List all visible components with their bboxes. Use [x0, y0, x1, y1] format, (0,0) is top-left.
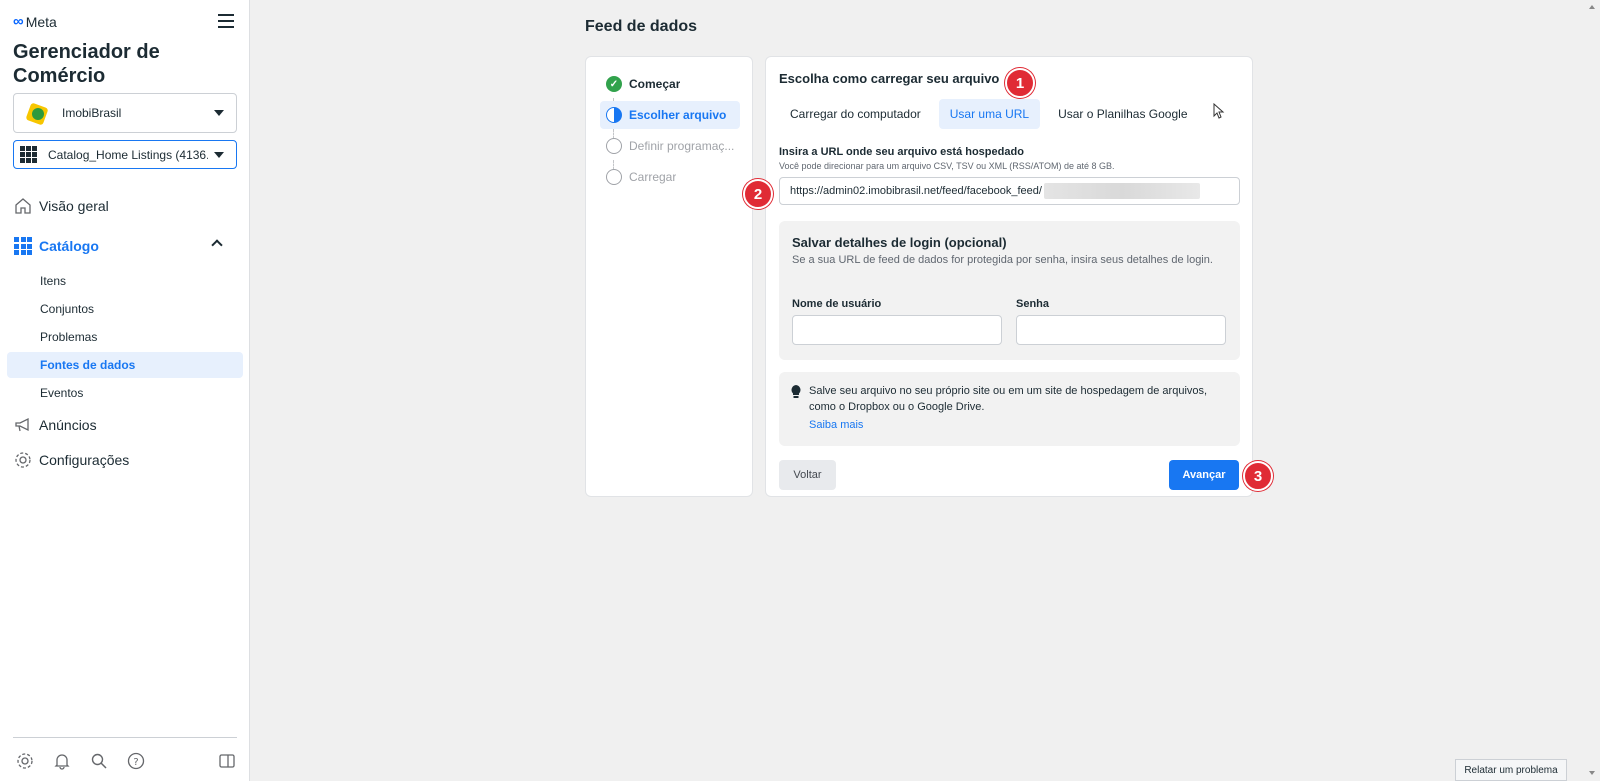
search-icon[interactable] [89, 752, 109, 772]
nav-catalog[interactable]: Catálogo [13, 232, 243, 260]
redacted-url-segment [1043, 183, 1200, 199]
url-help-text: Você pode direcionar para um arquivo CSV… [779, 161, 1115, 171]
url-input[interactable]: https://admin02.imobibrasil.net/feed/fac… [779, 177, 1240, 205]
report-problem-button[interactable]: Relatar um problema [1455, 759, 1567, 781]
empty-circle-icon [606, 169, 622, 185]
step-definir-programacao: Definir programaç... [600, 132, 740, 160]
gear-icon [13, 450, 33, 470]
caret-down-icon [214, 110, 224, 116]
step-label: Escolher arquivo [629, 108, 727, 122]
megaphone-icon [13, 415, 33, 435]
nav-settings-label: Configurações [39, 452, 130, 468]
nav-catalog-label: Catálogo [39, 238, 99, 254]
nav-overview[interactable]: Visão geral [13, 192, 243, 220]
form-heading: Escolha como carregar seu arquivo [779, 71, 1000, 86]
meta-infinity-icon: ∞ [13, 13, 24, 30]
business-logo-icon [25, 102, 49, 126]
password-label: Senha [1016, 298, 1050, 310]
sidebar-footer: ? [13, 737, 237, 781]
step-escolher-arquivo[interactable]: Escolher arquivo [600, 101, 740, 129]
sidebar-item-eventos[interactable]: Eventos [7, 380, 243, 406]
sidebar-item-fontes-de-dados[interactable]: Fontes de dados [7, 352, 243, 378]
login-title: Salvar detalhes de login (opcional) [792, 235, 1007, 250]
business-select[interactable]: ImobiBrasil [13, 93, 237, 133]
step-comecar[interactable]: ✓ Começar [600, 70, 740, 98]
help-icon[interactable]: ? [126, 752, 146, 772]
url-input-value: https://admin02.imobibrasil.net/feed/fac… [790, 185, 1042, 197]
check-circle-icon: ✓ [606, 76, 622, 92]
tip-box: Salve seu arquivo no seu próprio site ou… [779, 372, 1240, 446]
half-circle-icon [606, 107, 622, 123]
bell-icon[interactable] [52, 752, 72, 772]
catalog-select-value: Catalog_Home Listings (4136... [48, 147, 208, 162]
catalog-grid-icon [20, 145, 38, 164]
sidebar-item-itens[interactable]: Itens [7, 268, 243, 294]
username-field[interactable] [792, 315, 1002, 345]
next-button[interactable]: Avançar [1169, 460, 1239, 490]
nav-settings[interactable]: Configurações [13, 446, 243, 474]
annotation-marker-2: 2 [743, 179, 773, 209]
steps-panel: ✓ Começar Escolher arquivo Definir progr… [585, 56, 753, 497]
catalog-select[interactable]: Catalog_Home Listings (4136... [13, 140, 237, 169]
tab-carregar-do-computador[interactable]: Carregar do computador [779, 99, 932, 129]
scroll-up-icon[interactable] [1589, 5, 1595, 9]
tip-text: Salve seu arquivo no seu próprio site ou… [809, 385, 1208, 413]
page-title: Feed de dados [585, 18, 698, 35]
sidebar-item-conjuntos[interactable]: Conjuntos [7, 296, 243, 322]
tab-usar-uma-url[interactable]: Usar uma URL [938, 99, 1041, 129]
meta-logo[interactable]: ∞ Meta [13, 13, 57, 30]
annotation-marker-1: 1 [1005, 68, 1035, 98]
annotation-marker-3: 3 [1243, 461, 1273, 491]
lightbulb-icon [791, 385, 801, 398]
home-icon [13, 196, 33, 216]
app-title: Gerenciador de Comércio [13, 41, 160, 87]
menu-icon[interactable] [218, 14, 234, 28]
tab-usar-planilhas-google[interactable]: Usar o Planilhas Google [1047, 99, 1198, 129]
step-label: Carregar [629, 170, 677, 184]
back-button[interactable]: Voltar [779, 460, 836, 490]
nav-ads-label: Anúncios [39, 417, 97, 433]
upload-method-tabs: Carregar do computador Usar uma URL Usar… [779, 99, 1206, 129]
mouse-cursor-icon [1213, 103, 1225, 119]
empty-circle-icon [606, 138, 622, 154]
login-description: Se a sua URL de feed de dados for proteg… [792, 254, 1213, 266]
chevron-up-icon[interactable] [211, 239, 223, 251]
step-label: Começar [629, 77, 681, 91]
learn-more-link[interactable]: Saiba mais [809, 419, 863, 431]
catalog-icon [13, 236, 33, 256]
meta-brand-text: Meta [25, 13, 57, 30]
sidebar-item-problemas[interactable]: Problemas [7, 324, 243, 350]
nav-ads[interactable]: Anúncios [13, 411, 243, 439]
business-select-value: ImobiBrasil [62, 106, 122, 120]
username-label: Nome de usuário [792, 298, 882, 310]
step-label: Definir programaç... [629, 139, 735, 153]
panel-toggle-icon[interactable] [217, 752, 237, 772]
password-field[interactable] [1016, 315, 1226, 345]
step-carregar: Carregar [600, 163, 740, 191]
upload-form-card: Escolha como carregar seu arquivo Carreg… [765, 56, 1253, 497]
svg-text:?: ? [133, 757, 138, 768]
caret-down-icon [214, 151, 224, 158]
gear-icon[interactable] [15, 752, 35, 772]
url-label: Insira a URL onde seu arquivo está hospe… [779, 146, 1024, 158]
nav-overview-label: Visão geral [39, 198, 109, 214]
scroll-down-icon[interactable] [1589, 771, 1595, 775]
sidebar: ∞ Meta Gerenciador de Comércio ImobiBras… [0, 0, 250, 781]
login-details-section: Salvar detalhes de login (opcional) Se a… [779, 221, 1240, 360]
